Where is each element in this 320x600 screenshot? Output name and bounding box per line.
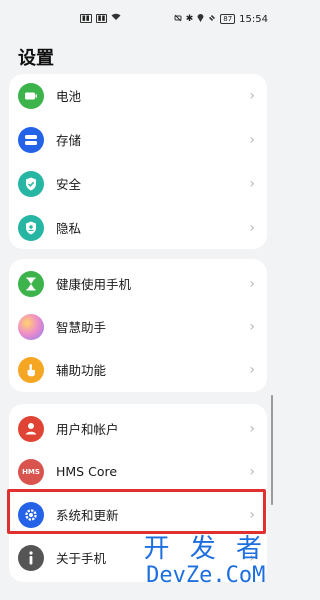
settings-item-storage[interactable]: 存储 › bbox=[9, 118, 267, 161]
page-title: 设置 bbox=[18, 48, 54, 69]
location-icon bbox=[197, 13, 204, 25]
status-bar: ▮▮ ▮▮ ✱ 87 15:54 bbox=[0, 0, 276, 38]
shield-check-icon bbox=[18, 170, 44, 197]
chevron-right-icon: › bbox=[249, 361, 255, 378]
user-icon bbox=[18, 415, 44, 442]
hand-icon bbox=[18, 356, 44, 383]
settings-item-label: 辅助功能 bbox=[56, 363, 107, 378]
silent-icon bbox=[174, 14, 182, 25]
settings-group-1: 电池 › 存储 › 安全 › 隐私 › bbox=[9, 74, 267, 249]
no-disturb-icon bbox=[208, 13, 217, 25]
settings-item-privacy[interactable]: 隐私 › bbox=[9, 206, 267, 249]
chevron-right-icon: › bbox=[249, 175, 255, 192]
chevron-right-icon: › bbox=[249, 463, 255, 480]
settings-item-label: 安全 bbox=[56, 177, 82, 192]
privacy-shield-icon bbox=[18, 214, 44, 241]
info-icon bbox=[18, 544, 44, 571]
sim2-signal-icon: ▮▮ bbox=[95, 14, 108, 23]
chevron-right-icon: › bbox=[249, 131, 255, 148]
watermark-line1: 开 发 者 bbox=[143, 534, 268, 564]
sim1-signal-icon: ▮▮ bbox=[80, 14, 92, 23]
settings-item-label: 存储 bbox=[56, 133, 82, 148]
settings-item-label: 智慧助手 bbox=[56, 320, 107, 335]
hourglass-icon bbox=[18, 270, 44, 297]
settings-item-label: 关于手机 bbox=[56, 551, 107, 566]
watermark: 开 发 者 DevZe.CoM bbox=[143, 534, 268, 588]
chevron-right-icon: › bbox=[249, 318, 255, 335]
settings-item-label: HMS Core bbox=[56, 464, 118, 479]
wifi-icon bbox=[111, 13, 121, 24]
hms-icon-text: HMS bbox=[22, 467, 40, 476]
hms-icon: HMS bbox=[18, 458, 44, 485]
assistant-orb-icon bbox=[18, 313, 44, 340]
chevron-right-icon: › bbox=[249, 219, 255, 236]
watermark-line2: DevZe.CoM bbox=[146, 563, 266, 588]
settings-item-users-accounts[interactable]: 用户和帐户 › bbox=[9, 407, 267, 450]
settings-group-2: 健康使用手机 › 智慧助手 › 辅助功能 › bbox=[9, 259, 267, 392]
settings-item-label: 健康使用手机 bbox=[56, 277, 132, 292]
settings-item-security[interactable]: 安全 › bbox=[9, 162, 267, 205]
settings-item-label: 电池 bbox=[56, 89, 82, 104]
scrollbar-thumb[interactable] bbox=[271, 395, 273, 505]
battery-indicator: 87 bbox=[220, 14, 236, 24]
battery-icon bbox=[18, 82, 44, 109]
settings-item-label: 隐私 bbox=[56, 221, 82, 236]
settings-item-accessibility[interactable]: 辅助功能 › bbox=[9, 348, 267, 391]
storage-icon bbox=[18, 126, 44, 153]
settings-item-battery[interactable]: 电池 › bbox=[9, 74, 267, 117]
highlight-box bbox=[7, 489, 266, 534]
status-time: 15:54 bbox=[239, 13, 268, 25]
chevron-right-icon: › bbox=[249, 420, 255, 437]
chevron-right-icon: › bbox=[249, 87, 255, 104]
status-left: ▮▮ ▮▮ bbox=[80, 13, 121, 24]
chevron-right-icon: › bbox=[249, 275, 255, 292]
settings-item-hms-core[interactable]: HMS HMS Core › bbox=[9, 450, 267, 493]
settings-item-digital-balance[interactable]: 健康使用手机 › bbox=[9, 262, 267, 305]
status-right: ✱ 87 15:54 bbox=[174, 13, 268, 25]
settings-item-label: 用户和帐户 bbox=[56, 422, 119, 437]
bluetooth-icon: ✱ bbox=[185, 14, 194, 24]
settings-item-smart-assistant[interactable]: 智慧助手 › bbox=[9, 305, 267, 348]
